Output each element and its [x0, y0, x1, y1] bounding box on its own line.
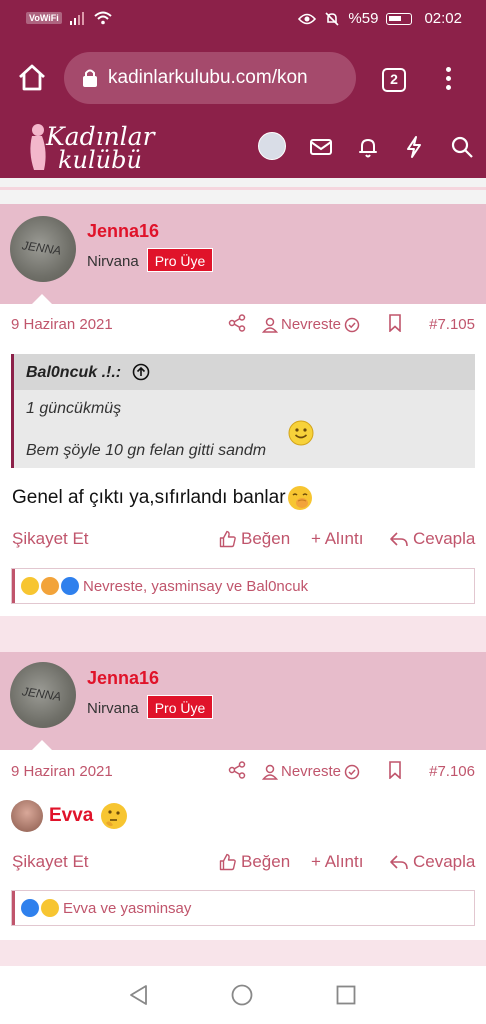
pro-member-badge: Pro Üye — [147, 695, 213, 719]
laugh-reaction-icon — [41, 577, 59, 595]
user-avatar[interactable] — [258, 132, 286, 160]
post-separator-line — [0, 187, 486, 190]
address-bar[interactable]: kadinlarkulubu.com/kon — [64, 52, 356, 104]
tab-count-button[interactable]: 2 — [382, 68, 406, 92]
post-separator — [0, 616, 486, 652]
reply-icon — [390, 855, 408, 870]
like-button[interactable]: Beğen — [219, 529, 290, 549]
reply-icon — [390, 532, 408, 547]
browser-toolbar: kadinlarkulubu.com/kon 2 — [0, 38, 486, 118]
post-date[interactable]: 9 Haziran 2021 — [11, 763, 113, 780]
bookmark-icon[interactable] — [388, 314, 402, 332]
eye-icon — [298, 13, 317, 24]
reactions-text[interactable]: Nevreste, yasminsay ve Bal0ncuk — [83, 578, 308, 595]
post-number[interactable]: #7.106 — [429, 763, 475, 780]
verified-icon — [344, 764, 360, 779]
bell-icon[interactable] — [355, 134, 381, 160]
header-pointer — [32, 740, 52, 750]
post-card: JENNA Jenna16 Nirvana Pro Üye 9 Haziran … — [0, 204, 486, 616]
thumbs-up-icon — [219, 853, 236, 871]
post-username[interactable]: Jenna16 — [87, 221, 159, 242]
quote-line: Bem şöyle 10 gn felan gitti sandm — [26, 442, 267, 459]
post-meta: 9 Haziran 2021 Nevreste #7.106 — [0, 759, 486, 785]
arrow-up-circle-icon[interactable] — [132, 363, 150, 381]
overflow-menu-icon[interactable] — [436, 64, 460, 94]
share-icon[interactable] — [228, 761, 246, 779]
quote-block: Bal0ncuk .!.: 1 güncükmüş Bem şöyle 10 g… — [11, 354, 475, 468]
post-header: JENNA Jenna16 Nirvana Pro Üye — [0, 204, 486, 304]
system-nav-bar — [0, 966, 486, 1024]
mention-avatar[interactable] — [11, 800, 43, 832]
mention-link[interactable]: Evva — [49, 805, 93, 827]
post-avatar[interactable]: JENNA — [10, 216, 76, 282]
reactions-summary[interactable]: Nevreste, yasminsay ve Bal0ncuk — [11, 568, 475, 604]
mute-icon — [325, 11, 339, 26]
post-meta: 9 Haziran 2021 Nevreste #7.105 — [0, 312, 486, 338]
post-actions: Şikayet Et Beğen + Alıntı Cevapla — [0, 849, 486, 875]
status-bar: VoWiFi %59 02:02 — [0, 0, 486, 38]
report-button[interactable]: Şikayet Et — [12, 852, 89, 872]
vowifi-label: VoWiFi — [26, 12, 62, 24]
thinking-emoji-icon — [101, 803, 128, 829]
post-date[interactable]: 9 Haziran 2021 — [11, 316, 113, 333]
post-body: Genel af çıktı ya,sıfırlandı banlar — [12, 484, 314, 512]
mail-icon[interactable] — [308, 134, 334, 160]
user-rank: Nirvana — [87, 700, 139, 717]
thumbs-up-icon — [219, 530, 236, 548]
post-header: JENNA Jenna16 Nirvana Pro Üye — [0, 652, 486, 750]
like-reaction-icon — [21, 899, 39, 917]
wow-reaction-icon — [21, 577, 39, 595]
quote-button[interactable]: + Alıntı — [311, 529, 363, 549]
reply-button[interactable]: Cevapla — [389, 529, 475, 549]
report-button[interactable]: Şikayet Et — [12, 529, 89, 549]
back-icon[interactable] — [128, 984, 150, 1006]
lightning-icon[interactable] — [401, 134, 427, 160]
post-author-link[interactable]: Nevreste — [262, 763, 360, 780]
post-separator — [0, 178, 486, 204]
post-body: Evva — [11, 800, 129, 832]
post-username[interactable]: Jenna16 — [87, 668, 159, 689]
giggle-emoji-icon — [287, 486, 312, 510]
share-icon[interactable] — [228, 314, 246, 332]
verified-icon — [344, 317, 360, 332]
recents-icon[interactable] — [336, 985, 356, 1005]
search-icon[interactable] — [449, 134, 475, 160]
post-number[interactable]: #7.105 — [429, 316, 475, 333]
like-button[interactable]: Beğen — [219, 852, 290, 872]
smile-emoji-icon — [288, 420, 314, 446]
post-card: JENNA Jenna16 Nirvana Pro Üye 9 Haziran … — [0, 652, 486, 940]
user-icon — [262, 764, 278, 780]
quote-line: 1 güncükmüş — [26, 400, 122, 417]
quote-button[interactable]: + Alıntı — [311, 852, 363, 872]
reply-button[interactable]: Cevapla — [389, 852, 475, 872]
bookmark-icon[interactable] — [388, 761, 402, 779]
site-logo[interactable]: Kadınlar kulübü — [24, 120, 164, 176]
battery-percent: %59 — [348, 10, 379, 27]
reactions-summary[interactable]: Evva ve yasminsay — [11, 890, 475, 926]
like-reaction-icon — [61, 577, 79, 595]
user-icon — [262, 317, 278, 333]
home-icon[interactable] — [16, 62, 48, 94]
wifi-icon — [94, 11, 112, 25]
header-pointer — [32, 294, 52, 304]
quote-author[interactable]: Bal0ncuk .!.: — [26, 364, 121, 382]
user-rank: Nirvana — [87, 253, 139, 270]
post-separator — [0, 940, 486, 966]
battery-icon — [386, 12, 413, 25]
url-text: kadinlarkulubu.com/kon — [108, 67, 308, 88]
post-author-link[interactable]: Nevreste — [262, 316, 360, 333]
signal-icon — [69, 12, 84, 25]
site-header: Kadınlar kulübü — [0, 118, 486, 178]
lock-icon — [83, 69, 97, 87]
post-actions: Şikayet Et Beğen + Alıntı Cevapla — [0, 526, 486, 552]
reactions-text[interactable]: Evva ve yasminsay — [63, 900, 191, 917]
love-eyes-reaction-icon — [41, 899, 59, 917]
pro-member-badge: Pro Üye — [147, 248, 213, 272]
quote-header[interactable]: Bal0ncuk .!.: — [14, 354, 475, 390]
home-nav-icon[interactable] — [231, 984, 253, 1006]
clock: 02:02 — [424, 10, 462, 27]
post-avatar[interactable]: JENNA — [10, 662, 76, 728]
